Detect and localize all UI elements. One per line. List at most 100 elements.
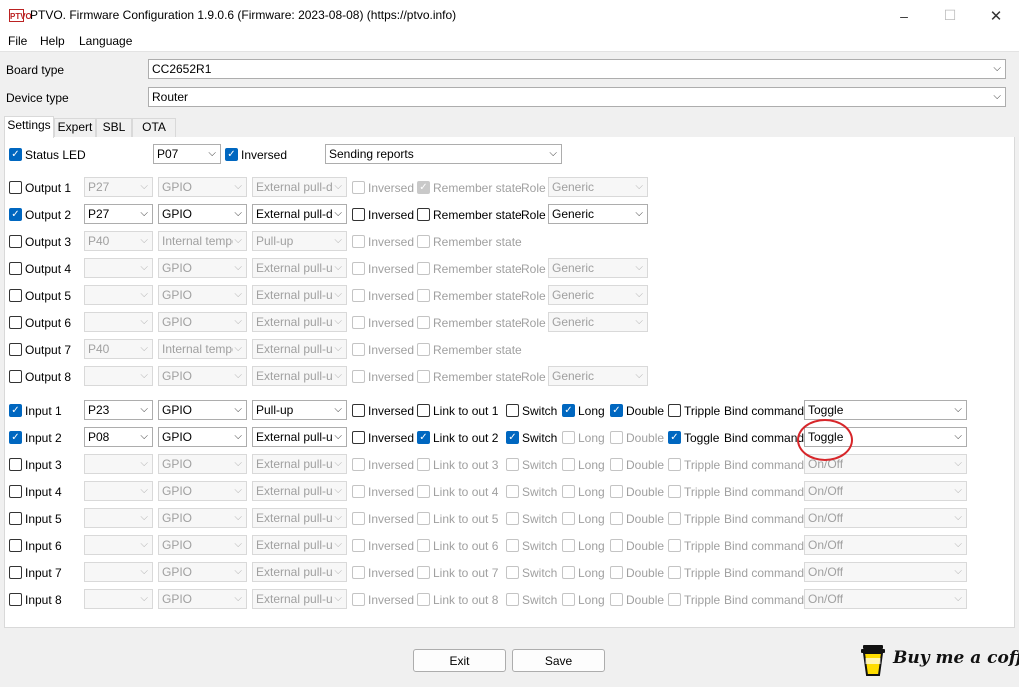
chevron-down-icon: ⌵ xyxy=(234,316,242,327)
input-2-type-select[interactable]: GPIO ⌵ xyxy=(158,427,247,447)
status-led-pin-select[interactable]: P07 ⌵ xyxy=(153,144,221,164)
input-1-pull-select[interactable]: Pull-up ⌵ xyxy=(252,400,347,420)
chevron-down-icon: ⌵ xyxy=(234,181,242,192)
menu-help[interactable]: Help xyxy=(40,34,65,48)
output-5-checkbox[interactable] xyxy=(9,289,22,302)
input-4-pin-select: ⌵ xyxy=(84,481,153,501)
device-type-select[interactable]: Router ⌵ xyxy=(148,87,1006,107)
input-1-third-checkbox[interactable] xyxy=(668,404,681,417)
status-led-checkbox[interactable]: ✓ xyxy=(9,148,22,161)
input-6-checkbox[interactable] xyxy=(9,539,22,552)
chevron-down-icon: ⌵ xyxy=(140,289,148,300)
input-1-link-checkbox[interactable] xyxy=(417,404,430,417)
chevron-down-icon: ⌵ xyxy=(334,181,342,192)
input-2-switch-checkbox[interactable]: ✓ xyxy=(506,431,519,444)
input-8-link-label: Link to out 8 xyxy=(433,593,499,607)
output-7-checkbox[interactable] xyxy=(9,343,22,356)
output-2-checkbox[interactable]: ✓ xyxy=(9,208,22,221)
output-6-role-select: Generic ⌵ xyxy=(548,312,648,332)
input-4-third-checkbox xyxy=(668,485,681,498)
coffee-cup-icon[interactable] xyxy=(860,643,886,677)
input-1-pin-select[interactable]: P23 ⌵ xyxy=(84,400,153,420)
tab-sbl[interactable]: SBL xyxy=(96,118,132,137)
input-7-inversed-label: Inversed xyxy=(368,566,415,580)
input-1-bind-label: Bind command xyxy=(724,404,805,418)
chevron-down-icon: ⌵ xyxy=(208,148,216,159)
input-2-pull-select[interactable]: External pull-up ⌵ xyxy=(252,427,347,447)
close-button[interactable]: ✕ xyxy=(973,0,1019,31)
input-4-type-select-value: GPIO xyxy=(162,484,193,498)
input-6-link-checkbox xyxy=(417,539,430,552)
input-3-type-select-value: GPIO xyxy=(162,457,193,471)
input-4-checkbox[interactable] xyxy=(9,485,22,498)
output-5-type-select-value: GPIO xyxy=(162,288,193,302)
input-2-pin-select[interactable]: P08 ⌵ xyxy=(84,427,153,447)
board-type-select[interactable]: CC2652R1 ⌵ xyxy=(148,59,1006,79)
input-3-long-label: Long xyxy=(578,458,605,472)
input-1-checkbox[interactable]: ✓ xyxy=(9,404,22,417)
input-2-checkbox[interactable]: ✓ xyxy=(9,431,22,444)
title-bar[interactable]: PTVO PTVO. Firmware Configuration 1.9.0.… xyxy=(0,0,1019,31)
output-6-inversed-checkbox xyxy=(352,316,365,329)
input-7-switch-label: Switch xyxy=(522,566,558,580)
input-4-link-label: Link to out 4 xyxy=(433,485,499,499)
input-2-link-checkbox[interactable]: ✓ xyxy=(417,431,430,444)
input-1-long-checkbox[interactable]: ✓ xyxy=(562,404,575,417)
output-5-role-select: Generic ⌵ xyxy=(548,285,648,305)
output-8-pull-select-value: External pull-up xyxy=(256,369,333,383)
output-2-remember-checkbox[interactable] xyxy=(417,208,430,221)
input-2-bind-select[interactable]: Toggle ⌵ xyxy=(804,427,967,447)
menu-language[interactable]: Language xyxy=(79,34,132,48)
output-6-checkbox[interactable] xyxy=(9,316,22,329)
input-1-switch-checkbox[interactable] xyxy=(506,404,519,417)
output-7-label: Output 7 xyxy=(25,343,72,357)
output-1-checkbox[interactable] xyxy=(9,181,22,194)
maximize-button[interactable]: ☐ xyxy=(927,0,973,31)
input-5-double-checkbox xyxy=(610,512,623,525)
input-4-third-label: Tripple xyxy=(684,485,721,499)
input-7-bind-select-value: On/Off xyxy=(808,565,844,579)
input-3-checkbox[interactable] xyxy=(9,458,22,471)
output-2-pull-select[interactable]: External pull-dc ⌵ xyxy=(252,204,347,224)
input-1-type-select[interactable]: GPIO ⌵ xyxy=(158,400,247,420)
output-8-checkbox[interactable] xyxy=(9,370,22,383)
output-1-pin-select-value: P27 xyxy=(88,180,110,194)
output-2-type-select[interactable]: GPIO ⌵ xyxy=(158,204,247,224)
input-7-pin-select: ⌵ xyxy=(84,562,153,582)
input-8-checkbox[interactable] xyxy=(9,593,22,606)
output-7-pull-select: External pull-up ⌵ xyxy=(252,339,347,359)
tab-expert[interactable]: Expert xyxy=(54,118,96,137)
input-1-double-checkbox[interactable]: ✓ xyxy=(610,404,623,417)
output-4-checkbox[interactable] xyxy=(9,262,22,275)
input-3-switch-checkbox xyxy=(506,458,519,471)
output-2-pin-select[interactable]: P27 ⌵ xyxy=(84,204,153,224)
output-3-checkbox[interactable] xyxy=(9,235,22,248)
input-5-long-label: Long xyxy=(578,512,605,526)
input-5-checkbox[interactable] xyxy=(9,512,22,525)
output-6-role-label: Role xyxy=(521,316,546,330)
status-led-inversed-checkbox[interactable]: ✓ xyxy=(225,148,238,161)
output-4-pin-select: ⌵ xyxy=(84,258,153,278)
output-2-role-select[interactable]: Generic ⌵ xyxy=(548,204,648,224)
input-6-type-select: GPIO ⌵ xyxy=(158,535,247,555)
save-button[interactable]: Save xyxy=(512,649,605,672)
input-2-third-checkbox[interactable]: ✓ xyxy=(668,431,681,444)
exit-button[interactable]: Exit xyxy=(413,649,506,672)
output-3-remember-checkbox xyxy=(417,235,430,248)
input-7-double-checkbox xyxy=(610,566,623,579)
input-2-long-label: Long xyxy=(578,431,605,445)
input-1-inversed-checkbox[interactable] xyxy=(352,404,365,417)
input-8-pull-select-value: External pull-up xyxy=(256,592,333,606)
buy-me-a-coffee-link[interactable]: Buy me a coffee xyxy=(893,648,1019,668)
input-2-inversed-checkbox[interactable] xyxy=(352,431,365,444)
input-1-bind-select[interactable]: Toggle ⌵ xyxy=(804,400,967,420)
menu-file[interactable]: File xyxy=(8,34,27,48)
output-1-role-select-value: Generic xyxy=(552,180,595,194)
minimize-button[interactable]: – xyxy=(881,0,927,31)
status-led-mode-select[interactable]: Sending reports ⌵ xyxy=(325,144,562,164)
tab-settings[interactable]: Settings xyxy=(4,116,54,138)
input-3-long-checkbox xyxy=(562,458,575,471)
output-2-inversed-checkbox[interactable] xyxy=(352,208,365,221)
input-7-checkbox[interactable] xyxy=(9,566,22,579)
tab-ota[interactable]: OTA xyxy=(132,118,176,137)
